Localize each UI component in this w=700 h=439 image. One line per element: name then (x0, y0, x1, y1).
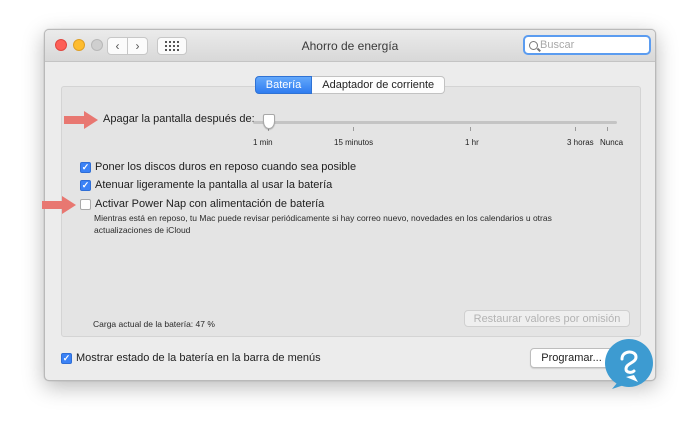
battery-level-text: Carga actual de la batería: 47 % (93, 319, 215, 329)
search-icon (529, 40, 538, 50)
slider-tick (470, 127, 471, 131)
slider-tick (575, 127, 576, 131)
dim-display-checkbox[interactable]: ✓ (80, 179, 91, 191)
tick-label-3hr: 3 horas (567, 138, 594, 147)
search-input[interactable] (540, 39, 640, 51)
display-sleep-label: Apagar la pantalla después de: (103, 113, 255, 125)
power-nap-option[interactable]: Activar Power Nap con alimentación de ba… (80, 198, 324, 210)
menu-bar-status-option[interactable]: ✓ Mostrar estado de la batería en la bar… (61, 352, 321, 364)
menu-bar-status-checkbox[interactable]: ✓ (61, 352, 72, 364)
menu-bar-status-label: Mostrar estado de la batería en la barra… (76, 352, 321, 364)
tick-label-1min: 1 min (253, 138, 273, 147)
preferences-window: ‹ › Ahorro de energía Batería Adaptador … (44, 29, 656, 381)
tab-power-adapter[interactable]: Adaptador de corriente (312, 76, 446, 94)
watermark-logo-icon (605, 339, 653, 389)
display-sleep-slider[interactable] (253, 114, 617, 131)
title-bar: ‹ › Ahorro de energía (45, 30, 655, 62)
hard-disk-sleep-label: Poner los discos duros en reposo cuando … (95, 161, 357, 173)
tab-battery[interactable]: Batería (254, 76, 313, 94)
dim-display-label: Atenuar ligeramente la pantalla al usar … (95, 179, 333, 191)
power-nap-label: Activar Power Nap con alimentación de ba… (95, 198, 325, 210)
restore-defaults-button[interactable]: Restaurar valores por omisión (464, 310, 630, 327)
dim-display-option[interactable]: ✓ Atenuar ligeramente la pantalla al usa… (80, 179, 332, 191)
slider-thumb[interactable] (263, 114, 275, 129)
tab-bar: Batería Adaptador de corriente (45, 76, 655, 94)
annotation-arrow-icon (64, 111, 100, 129)
tick-label-15min: 15 minutos (334, 138, 374, 147)
schedule-button[interactable]: Programar... (530, 348, 613, 368)
tick-label-never: Nunca (600, 138, 624, 147)
tick-label-1hr: 1 hr (465, 138, 479, 147)
slider-tick (607, 127, 608, 131)
power-nap-checkbox[interactable] (80, 198, 91, 210)
hard-disk-sleep-checkbox[interactable]: ✓ (80, 161, 91, 173)
power-nap-description: Mientras está en reposo, tu Mac puede re… (94, 213, 552, 235)
slider-tick (353, 127, 354, 131)
search-field[interactable] (523, 35, 651, 55)
hard-disk-sleep-option[interactable]: ✓ Poner los discos duros en reposo cuand… (80, 161, 356, 173)
annotation-arrow-icon (42, 196, 78, 214)
